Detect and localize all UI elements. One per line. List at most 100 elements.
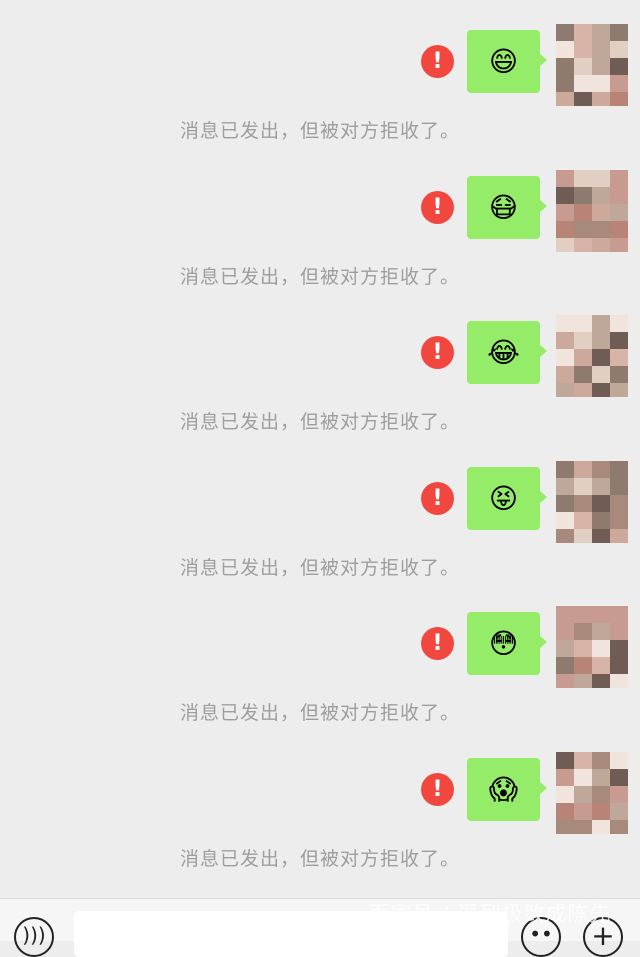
avatar-pixel xyxy=(592,606,610,623)
avatar-pixel xyxy=(556,41,574,58)
avatar[interactable] xyxy=(556,24,628,106)
face-with-medical-mask-emoji: 😷 xyxy=(488,191,519,224)
grinning-face-emoji: 😄 xyxy=(488,45,519,78)
avatar-pixel xyxy=(574,24,592,41)
avatar-pixel xyxy=(610,41,628,58)
message-bubble[interactable]: 😱 xyxy=(467,758,547,821)
avatar-pixel xyxy=(610,204,628,221)
rejection-notice: 消息已发出，但被对方拒收了。 xyxy=(179,266,460,288)
avatar-pixel xyxy=(574,315,592,332)
avatar-pixel xyxy=(556,752,574,769)
send-failed-icon[interactable]: ! xyxy=(421,336,454,369)
avatar-pixel xyxy=(574,769,592,786)
voice-icon[interactable]: ))) xyxy=(14,917,54,957)
avatar-pixel xyxy=(556,221,574,238)
avatar-pixel xyxy=(556,640,574,657)
send-failed-icon[interactable]: ! xyxy=(421,773,454,806)
avatar-pixel xyxy=(556,674,574,688)
send-failed-icon[interactable]: ! xyxy=(421,45,454,78)
avatar-pixel xyxy=(574,786,592,803)
avatar-pixel xyxy=(574,41,592,58)
avatar-pixel xyxy=(592,24,610,41)
rejection-notice: 消息已发出，但被对方拒收了。 xyxy=(179,411,460,433)
avatar-pixel xyxy=(592,58,610,75)
message-bubble[interactable]: 😳 xyxy=(467,612,547,675)
avatar-pixel xyxy=(556,366,574,383)
squinting-face-with-tongue-emoji: 😝 xyxy=(488,482,519,515)
avatar-pixel xyxy=(574,221,592,238)
avatar[interactable] xyxy=(556,752,628,834)
avatar-pixel xyxy=(574,238,592,252)
avatar[interactable] xyxy=(556,461,628,543)
avatar-pixel xyxy=(592,674,610,688)
message-bubble[interactable]: 😂 xyxy=(467,321,547,384)
message-row: ! 😝 消息已发出，但被对方拒收了。 xyxy=(0,437,640,582)
avatar-pixel xyxy=(610,187,628,204)
avatar[interactable] xyxy=(556,606,628,688)
message-bubble[interactable]: 😷 xyxy=(467,176,547,239)
avatar-pixel xyxy=(574,75,592,92)
avatar-pixel xyxy=(592,529,610,543)
avatar-pixel xyxy=(592,461,610,478)
avatar-pixel xyxy=(574,752,592,769)
avatar-pixel xyxy=(556,170,574,187)
avatar-pixel xyxy=(556,92,574,106)
avatar-pixel xyxy=(592,478,610,495)
avatar-pixel xyxy=(556,187,574,204)
send-failed-icon[interactable]: ! xyxy=(421,627,454,660)
avatar-pixel xyxy=(556,512,574,529)
avatar-pixel xyxy=(592,315,610,332)
avatar-pixel xyxy=(556,820,574,834)
avatar-pixel xyxy=(574,332,592,349)
avatar-pixel xyxy=(574,657,592,674)
avatar-pixel xyxy=(556,803,574,820)
avatar-pixel xyxy=(610,238,628,252)
avatar-pixel xyxy=(592,187,610,204)
avatar-pixel xyxy=(592,332,610,349)
face-screaming-in-fear-emoji: 😱 xyxy=(488,773,519,806)
avatar-pixel xyxy=(610,170,628,187)
avatar-pixel xyxy=(574,820,592,834)
avatar-pixel xyxy=(610,752,628,769)
avatar-pixel xyxy=(592,349,610,366)
message-bubble[interactable]: 😝 xyxy=(467,467,547,530)
avatar-pixel xyxy=(574,623,592,640)
message-bubble[interactable]: 😄 xyxy=(467,30,547,93)
avatar-pixel xyxy=(592,366,610,383)
avatar-pixel xyxy=(556,383,574,397)
avatar-pixel xyxy=(610,461,628,478)
avatar-pixel xyxy=(592,640,610,657)
avatar-pixel xyxy=(610,803,628,820)
avatar-pixel xyxy=(574,674,592,688)
avatar-pixel xyxy=(610,366,628,383)
avatar-pixel xyxy=(592,623,610,640)
chat-message-list[interactable]: ! 😄 消息已发出，但被对方拒收了。 ! 😷 消息已发出，但被对方拒收了。 ! … xyxy=(0,0,640,898)
avatar-pixel xyxy=(592,769,610,786)
message-row: ! 😂 消息已发出，但被对方拒收了。 xyxy=(0,291,640,436)
avatar-pixel xyxy=(574,478,592,495)
avatar-pixel xyxy=(610,529,628,543)
avatar-pixel xyxy=(610,332,628,349)
avatar-pixel xyxy=(592,75,610,92)
avatar[interactable] xyxy=(556,315,628,397)
avatar-pixel xyxy=(610,769,628,786)
avatar-pixel xyxy=(592,657,610,674)
avatar-pixel xyxy=(592,752,610,769)
face-with-tears-of-joy-emoji: 😂 xyxy=(487,336,520,369)
avatar-pixel xyxy=(610,24,628,41)
avatar-pixel xyxy=(574,606,592,623)
avatar-pixel xyxy=(610,349,628,366)
send-failed-icon[interactable]: ! xyxy=(421,482,454,515)
avatar-pixel xyxy=(556,238,574,252)
avatar-pixel xyxy=(574,461,592,478)
avatar-pixel xyxy=(592,383,610,397)
avatar-pixel xyxy=(610,58,628,75)
avatar-pixel xyxy=(592,170,610,187)
avatar-pixel xyxy=(574,529,592,543)
avatar-pixel xyxy=(556,786,574,803)
avatar-pixel xyxy=(610,674,628,688)
avatar[interactable] xyxy=(556,170,628,252)
rejection-notice: 消息已发出，但被对方拒收了。 xyxy=(179,120,460,142)
send-failed-icon[interactable]: ! xyxy=(421,191,454,224)
avatar-pixel xyxy=(574,640,592,657)
